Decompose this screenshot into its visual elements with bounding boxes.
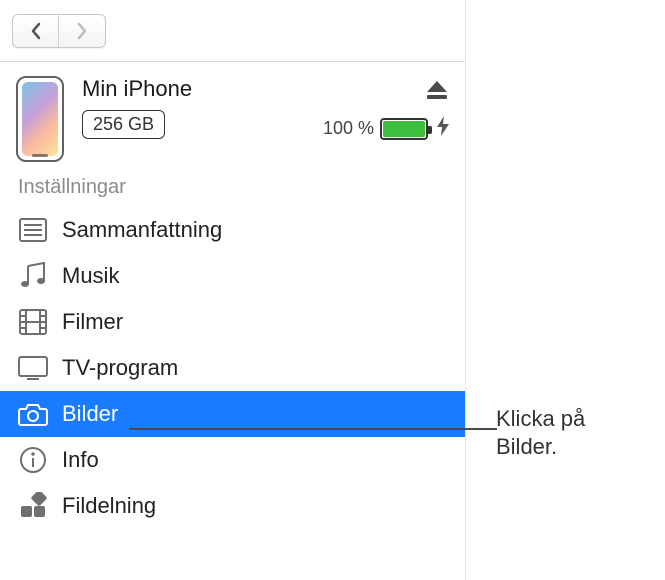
sidebar-item-label: TV-program [62,355,178,381]
settings-list: Sammanfattning Musik Filmer TV-program [0,207,465,529]
film-icon [18,307,48,337]
sidebar-item-tv[interactable]: TV-program [0,345,465,391]
sidebar-item-summary[interactable]: Sammanfattning [0,207,465,253]
music-note-icon [18,261,48,291]
device-header: Min iPhone 256 GB 100 % [0,62,465,170]
callout-leader-line [129,428,497,430]
sidebar-item-label: Musik [62,263,119,289]
forward-button[interactable] [59,15,105,47]
sidebar-item-info[interactable]: Info [0,437,465,483]
apps-icon [18,491,48,521]
chevron-left-icon [29,22,43,40]
section-header-settings: Inställningar [0,170,465,207]
toolbar [0,0,465,62]
sidebar-item-label: Info [62,447,99,473]
device-capacity-badge: 256 GB [82,110,165,139]
sidebar-item-photos[interactable]: Bilder [0,391,465,437]
sidebar-item-label: Bilder [62,401,118,427]
battery-icon [380,118,428,140]
device-thumbnail [16,76,64,162]
charging-icon [437,116,449,141]
sidebar-item-music[interactable]: Musik [0,253,465,299]
sidebar-item-label: Sammanfattning [62,217,222,243]
battery-percentage: 100 % [323,118,374,139]
device-sidebar-panel: Min iPhone 256 GB 100 % Inställningar [0,0,466,580]
eject-icon [426,80,448,100]
sidebar-item-file-sharing[interactable]: Fildelning [0,483,465,529]
sidebar-item-label: Fildelning [62,493,156,519]
list-icon [18,215,48,245]
info-icon [18,445,48,475]
callout-line2: Bilder. [496,433,585,461]
annotation-area: Klicka på Bilder. [466,0,665,580]
back-button[interactable] [13,15,59,47]
sidebar-item-movies[interactable]: Filmer [0,299,465,345]
camera-icon [18,399,48,429]
battery-status: 100 % [323,116,449,141]
callout-text: Klicka på Bilder. [496,405,585,460]
device-name: Min iPhone [82,76,323,102]
callout-line1: Klicka på [496,405,585,433]
nav-segmented-control [12,14,106,48]
eject-button[interactable] [425,78,449,102]
tv-icon [18,353,48,383]
chevron-right-icon [75,22,89,40]
sidebar-item-label: Filmer [62,309,123,335]
